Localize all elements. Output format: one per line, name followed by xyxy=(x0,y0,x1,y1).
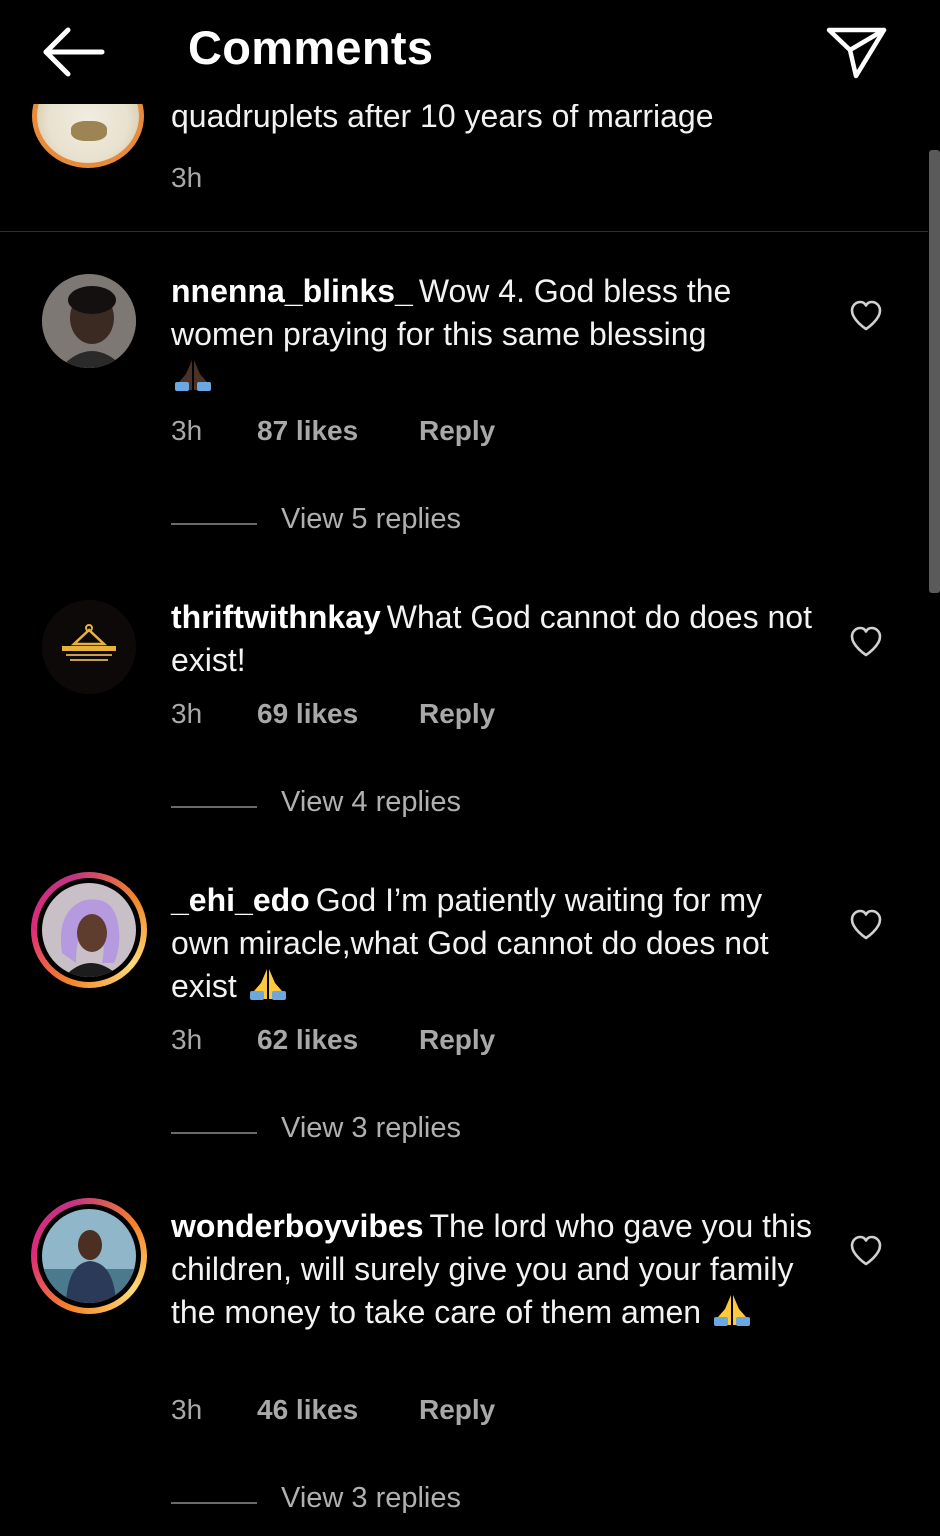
likes-count[interactable]: 87 likes xyxy=(257,415,419,447)
likes-count[interactable]: 62 likes xyxy=(257,1024,419,1056)
comment-username[interactable]: _ehi_edo xyxy=(171,882,310,918)
paper-plane-icon xyxy=(826,27,887,79)
arrow-left-icon xyxy=(43,27,105,77)
praying-hands-icon xyxy=(246,965,290,1012)
avatar-image xyxy=(71,121,107,141)
like-button[interactable] xyxy=(848,298,884,334)
comment-timestamp: 3h xyxy=(171,1394,203,1425)
comment-meta: 3h 46 likes Reply xyxy=(171,1394,495,1426)
reply-button[interactable]: Reply xyxy=(419,1394,495,1426)
replies-divider-line xyxy=(171,523,257,525)
view-replies-label: View 4 replies xyxy=(281,786,462,818)
reply-button[interactable]: Reply xyxy=(419,1024,495,1056)
heart-icon xyxy=(850,1235,882,1266)
comment-meta: 3h 69 likes Reply xyxy=(171,698,495,730)
view-replies-label: View 3 replies xyxy=(281,1112,462,1144)
share-button[interactable] xyxy=(824,22,888,82)
back-button[interactable] xyxy=(40,22,106,82)
avatar[interactable] xyxy=(31,872,147,988)
comment-username[interactable]: wonderboyvibes xyxy=(171,1208,424,1244)
likes-count[interactable]: 69 likes xyxy=(257,698,419,730)
avatar-image xyxy=(42,883,136,977)
reply-button[interactable]: Reply xyxy=(419,698,495,730)
avatar-image xyxy=(42,1209,136,1303)
praying-hands-icon xyxy=(171,356,215,403)
heart-icon xyxy=(850,300,882,331)
comment-timestamp: 3h xyxy=(171,698,203,729)
praying-hands-icon xyxy=(710,1291,754,1338)
replies-divider-line xyxy=(171,1502,257,1504)
comment-timestamp: 3h xyxy=(171,1024,203,1055)
comment-meta: 3h 87 likes Reply xyxy=(171,415,495,447)
replies-divider-line xyxy=(171,806,257,808)
comment-timestamp: 3h xyxy=(171,415,203,446)
avatar[interactable] xyxy=(42,274,136,368)
comment-username[interactable]: thriftwithnkay xyxy=(171,599,381,635)
caption-timestamp: 3h xyxy=(171,162,203,193)
avatar-image xyxy=(42,274,136,368)
like-button[interactable] xyxy=(848,907,884,943)
view-replies-label: View 3 replies xyxy=(281,1482,462,1514)
view-replies-label: View 5 replies xyxy=(281,503,462,535)
comment-text: thriftwithnkay What God cannot do does no… xyxy=(171,596,821,682)
replies-divider-line xyxy=(171,1132,257,1134)
comment-username[interactable]: nnenna_blinks_ xyxy=(171,273,413,309)
header-bar: Comments xyxy=(0,0,940,104)
comment-text: _ehi_edo God I’m patiently waiting for my… xyxy=(171,879,821,1012)
caption-divider xyxy=(0,231,928,232)
reply-button[interactable]: Reply xyxy=(419,415,495,447)
comment-meta: 3h 62 likes Reply xyxy=(171,1024,495,1056)
scrollbar-thumb[interactable] xyxy=(929,150,940,593)
comment-text: nnenna_blinks_ Wow 4. God bless the women… xyxy=(171,270,821,403)
page-title: Comments xyxy=(188,21,434,74)
heart-icon xyxy=(850,626,882,657)
likes-count[interactable]: 46 likes xyxy=(257,1394,419,1426)
heart-icon xyxy=(850,909,882,940)
like-button[interactable] xyxy=(848,624,884,660)
avatar-image xyxy=(42,600,136,694)
avatar[interactable] xyxy=(31,1198,147,1314)
avatar[interactable] xyxy=(42,600,136,694)
like-button[interactable] xyxy=(848,1233,884,1269)
comment-text: wonderboyvibes The lord who gave you this… xyxy=(171,1205,831,1338)
